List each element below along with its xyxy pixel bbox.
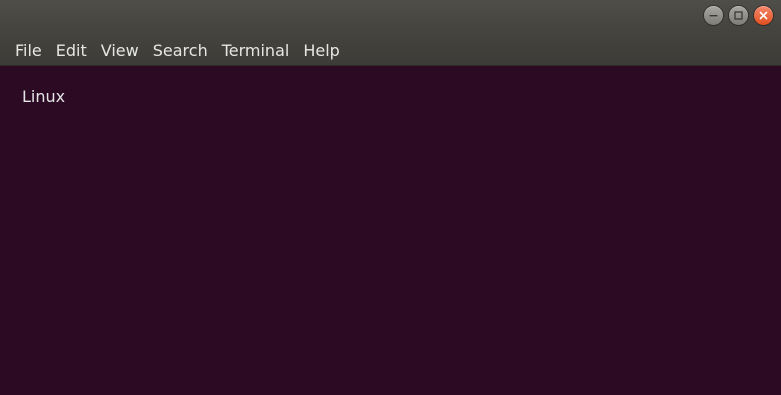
menu-view[interactable]: View [94,38,146,64]
maximize-icon [734,11,743,20]
terminal-window: File Edit View Search Terminal Help Linu… [0,0,781,395]
title-bar[interactable]: File Edit View Search Terminal Help [0,0,781,66]
menu-help[interactable]: Help [296,38,346,64]
menu-bar: File Edit View Search Terminal Help [0,36,347,66]
terminal-line: Linux [22,87,66,106]
close-button[interactable] [754,6,773,25]
minimize-icon [709,11,718,20]
minimize-button[interactable] [704,6,723,25]
terminal-output-area[interactable]: Linux [0,66,781,395]
maximize-button[interactable] [729,6,748,25]
window-controls [704,6,773,25]
menu-terminal[interactable]: Terminal [215,38,297,64]
menu-search[interactable]: Search [146,38,215,64]
menu-edit[interactable]: Edit [49,38,94,64]
close-icon [759,11,768,20]
menu-file[interactable]: File [8,38,49,64]
